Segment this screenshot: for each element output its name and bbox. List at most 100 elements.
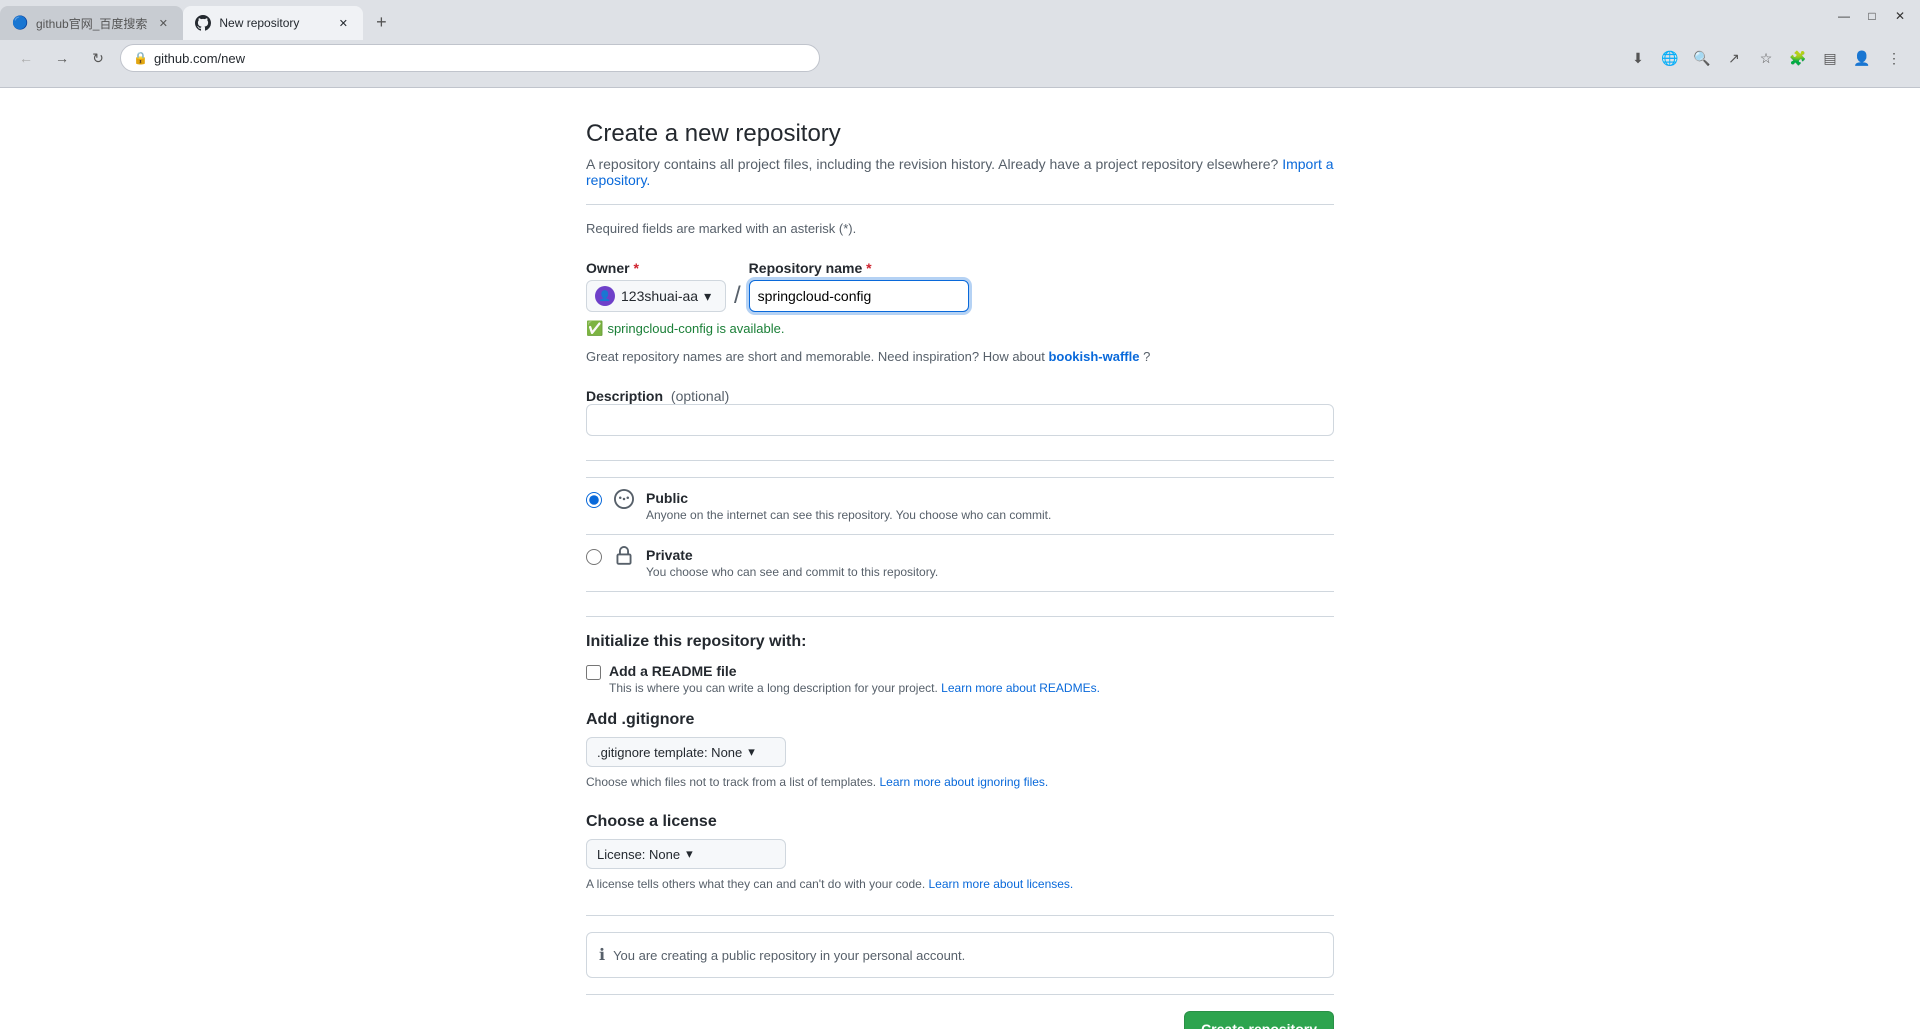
- new-tab-button[interactable]: +: [367, 8, 395, 36]
- profile-icon[interactable]: 👤: [1848, 44, 1876, 72]
- public-title: Public: [646, 490, 1334, 506]
- repo-name-group: Repository name *: [749, 260, 969, 312]
- repo-name-label: Repository name *: [749, 260, 969, 276]
- owner-select[interactable]: 👤 123shuai-aa ▾: [586, 280, 726, 312]
- gitignore-link[interactable]: Learn more about ignoring files.: [879, 775, 1048, 789]
- gitignore-title: Add .gitignore: [586, 711, 1334, 729]
- private-title: Private: [646, 547, 1334, 563]
- readme-checkbox[interactable]: [586, 665, 601, 680]
- description-optional: (optional): [671, 388, 729, 404]
- readme-title: Add a README file: [609, 663, 1100, 679]
- init-divider: [586, 616, 1334, 617]
- tab-new-repository[interactable]: New repository ✕: [183, 6, 363, 40]
- license-chevron-icon: ▾: [686, 846, 693, 862]
- private-icon: [614, 546, 634, 572]
- close-button[interactable]: ✕: [1888, 4, 1912, 28]
- repo-name-input[interactable]: [749, 280, 969, 312]
- availability-message: ✅ springcloud-config is available.: [586, 320, 1334, 337]
- private-content: Private You choose who can see and commi…: [646, 547, 1334, 579]
- page-title: Create a new repository: [586, 120, 1334, 148]
- maximize-button[interactable]: □: [1860, 4, 1884, 28]
- readme-desc: This is where you can write a long descr…: [609, 681, 1100, 695]
- tab2-close-icon[interactable]: ✕: [335, 15, 351, 31]
- required-note: Required fields are marked with an aster…: [586, 221, 1334, 236]
- browser-chrome: — □ ✕ 🔵 github官网_百度搜索 ✕ New repository ✕…: [0, 0, 1920, 88]
- tab1-title: github官网_百度搜索: [36, 15, 147, 32]
- readme-link[interactable]: Learn more about READMEs.: [941, 681, 1100, 695]
- extensions-icon[interactable]: 🧩: [1784, 44, 1812, 72]
- back-button[interactable]: ←: [12, 44, 40, 72]
- public-option: Public Anyone on the internet can see th…: [586, 477, 1334, 535]
- page-content: Create a new repository A repository con…: [0, 88, 1920, 1029]
- license-link[interactable]: Learn more about licenses.: [929, 877, 1074, 891]
- info-box: ℹ You are creating a public repository i…: [586, 932, 1334, 978]
- check-icon: ✅: [586, 320, 603, 337]
- description-label: Description (optional): [586, 388, 729, 404]
- visibility-divider: [586, 460, 1334, 461]
- owner-avatar: 👤: [595, 286, 615, 306]
- create-repository-button[interactable]: Create repository: [1184, 1011, 1334, 1029]
- forward-button[interactable]: →: [48, 44, 76, 72]
- tab-bar: 🔵 github官网_百度搜索 ✕ New repository ✕ +: [0, 0, 1920, 40]
- gitignore-desc: Choose which files not to track from a l…: [586, 775, 1334, 789]
- minimize-button[interactable]: —: [1832, 4, 1856, 28]
- description-group: Description (optional): [586, 388, 1334, 436]
- license-desc: A license tells others what they can and…: [586, 877, 1334, 891]
- description-input[interactable]: [586, 404, 1334, 436]
- address-bar: ← → ↻ 🔒 github.com/new ⬇ 🌐 🔍 ↗ ☆ 🧩 ▤ 👤 ⋮: [0, 40, 1920, 76]
- private-desc: You choose who can see and commit to thi…: [646, 565, 1334, 579]
- license-section: Choose a license License: None ▾ A licen…: [586, 813, 1334, 891]
- url-bar[interactable]: 🔒 github.com/new: [120, 44, 820, 72]
- zoom-icon[interactable]: 🔍: [1688, 44, 1716, 72]
- menu-icon[interactable]: ⋮: [1880, 44, 1908, 72]
- bottom-divider: [586, 915, 1334, 916]
- owner-group: Owner * 👤 123shuai-aa ▾: [586, 260, 726, 312]
- bookmark-icon[interactable]: ☆: [1752, 44, 1780, 72]
- owner-label: Owner *: [586, 260, 726, 276]
- header-divider: [586, 204, 1334, 205]
- public-content: Public Anyone on the internet can see th…: [646, 490, 1334, 522]
- share-icon[interactable]: ↗: [1720, 44, 1748, 72]
- license-dropdown[interactable]: License: None ▾: [586, 839, 786, 869]
- refresh-button[interactable]: ↻: [84, 44, 112, 72]
- bottom-actions: Create repository: [586, 994, 1334, 1029]
- tab1-close-icon[interactable]: ✕: [155, 15, 171, 31]
- owner-required: *: [633, 260, 638, 276]
- page-subtitle: A repository contains all project files,…: [586, 156, 1334, 188]
- public-desc: Anyone on the internet can see this repo…: [646, 508, 1334, 522]
- info-icon: ℹ: [599, 945, 605, 965]
- tab1-favicon: 🔵: [12, 15, 28, 31]
- browser-actions: ⬇ 🌐 🔍 ↗ ☆ 🧩 ▤ 👤 ⋮: [1624, 44, 1908, 72]
- gitignore-chevron-icon: ▾: [748, 744, 755, 760]
- url-text: github.com/new: [154, 51, 245, 66]
- gitignore-dropdown[interactable]: .gitignore template: None ▾: [586, 737, 786, 767]
- gitignore-section: Add .gitignore .gitignore template: None…: [586, 711, 1334, 789]
- init-title: Initialize this repository with:: [586, 633, 1334, 651]
- gitignore-dropdown-value: .gitignore template: None: [597, 745, 742, 760]
- tab-github-search[interactable]: 🔵 github官网_百度搜索 ✕: [0, 6, 183, 40]
- owner-repo-row: Owner * 👤 123shuai-aa ▾ / Repository nam…: [586, 260, 1334, 312]
- license-dropdown-value: License: None: [597, 847, 680, 862]
- inspiration-text: Great repository names are short and mem…: [586, 349, 1334, 364]
- translate-icon[interactable]: 🌐: [1656, 44, 1684, 72]
- lock-icon: 🔒: [133, 51, 148, 65]
- owner-value: 123shuai-aa: [621, 288, 698, 304]
- repo-name-required: *: [866, 260, 871, 276]
- path-separator: /: [734, 280, 741, 312]
- download-icon[interactable]: ⬇: [1624, 44, 1652, 72]
- private-radio[interactable]: [586, 549, 602, 565]
- public-radio[interactable]: [586, 492, 602, 508]
- sidebar-icon[interactable]: ▤: [1816, 44, 1844, 72]
- availability-text: springcloud-config is available.: [607, 321, 784, 336]
- form-container: Create a new repository A repository con…: [570, 88, 1350, 1029]
- tab2-favicon: [195, 15, 211, 31]
- private-option: Private You choose who can see and commi…: [586, 535, 1334, 592]
- license-title: Choose a license: [586, 813, 1334, 831]
- inspiration-link[interactable]: bookish-waffle: [1048, 349, 1139, 364]
- owner-dropdown-icon: ▾: [704, 288, 711, 305]
- visibility-section: Public Anyone on the internet can see th…: [586, 477, 1334, 592]
- readme-option: Add a README file This is where you can …: [586, 663, 1334, 695]
- public-icon: [614, 489, 634, 515]
- window-controls: — □ ✕: [1832, 4, 1912, 28]
- init-section: Initialize this repository with: Add a R…: [586, 633, 1334, 695]
